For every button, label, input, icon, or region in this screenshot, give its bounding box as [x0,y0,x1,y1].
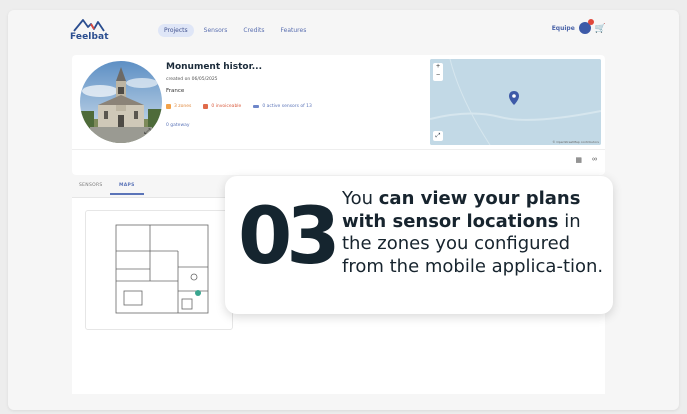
card-actions: ▦ ∞ [575,156,597,164]
nav-links: Projects Sensors Credits Features [158,24,312,37]
zones-icon [166,104,171,109]
tab-maps[interactable]: MAPS [119,183,135,188]
invoiceable-label: 0 invoiceable [211,104,242,109]
calendar-icon[interactable]: ▦ [575,156,582,164]
map-zoom-control: + − [433,63,443,81]
feelbat-logo[interactable]: Feelbat [70,18,110,44]
callout-text-bold: can view your plans with sensor location… [342,188,581,232]
top-nav: Feelbat Projects Sensors Credits Feature… [70,18,610,46]
zoom-out-button[interactable]: − [433,72,443,81]
active-tab-indicator [110,193,144,195]
tutorial-callout: 03 You can view your plans with sensor l… [225,176,613,314]
sensor-icon [253,105,260,108]
card-divider [72,149,605,150]
logo-text: Feelbat [70,32,109,42]
nav-link-projects[interactable]: Projects [158,24,194,37]
map-pin-icon[interactable] [509,91,519,105]
nav-link-sensors[interactable]: Sensors [198,24,234,37]
zoom-in-button[interactable]: + [433,63,443,72]
created-date: created on 06/05/2025 [166,77,218,82]
gateway-link[interactable]: 0 gateway [166,123,190,128]
site-card: ⤢ Monument histor... created on 06/05/20… [72,55,605,175]
floor-plan-icon [115,224,209,314]
expand-icon[interactable]: ⤢ [144,127,150,137]
logo-mark-icon [73,19,105,32]
floor-plan-card[interactable] [85,210,233,330]
nav-link-credits[interactable]: Credits [237,24,270,37]
zones-stat: 3 zones [166,104,191,109]
invoice-icon [203,104,209,109]
site-stats: 3 zones 0 invoiceable 0 active sensors o… [166,104,312,109]
map-attribution: © OpenStreetMap contributors [552,140,599,144]
nav-link-features[interactable]: Features [275,24,313,37]
site-title: Monument histor... [166,62,263,72]
sensor-location-dot [195,290,201,296]
invoiceable-stat: 0 invoiceable [203,104,241,109]
fullscreen-icon[interactable]: ⤢ [433,131,443,141]
sensors-stat: 0 active sensors of 13 [253,104,312,109]
callout-text: You can view your plans with sensor loca… [342,188,607,278]
callout-text-part-1: You [342,188,379,209]
user-icon[interactable] [578,19,594,34]
site-country: France [166,88,185,94]
team-link[interactable]: Equipe [552,25,575,32]
sensors-label: 0 active sensors of 13 [262,104,312,109]
tab-sensors[interactable]: SENSORS [79,183,103,188]
nav-right: Equipe 🛒 [552,19,606,34]
link-icon[interactable]: ∞ [592,156,597,164]
cart-icon[interactable]: 🛒 [595,23,606,34]
step-number: 03 [238,192,341,282]
zones-label: 3 zones [174,104,192,109]
site-map[interactable]: + − ⤢ © OpenStreetMap contributors [430,59,601,145]
